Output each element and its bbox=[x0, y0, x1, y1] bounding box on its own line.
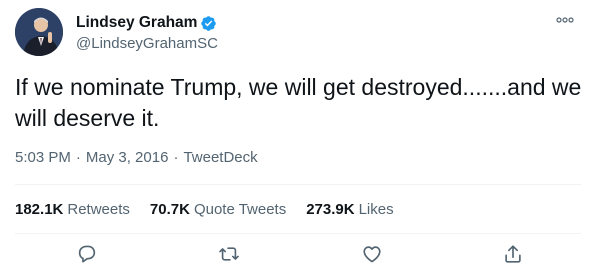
quote-tweets-label: Quote Tweets bbox=[193, 201, 287, 218]
retweet-button[interactable] bbox=[218, 243, 242, 267]
reply-button[interactable] bbox=[76, 243, 100, 267]
tweet-time[interactable]: 5:03 PM bbox=[15, 148, 71, 168]
avatar-portrait-icon bbox=[15, 8, 63, 56]
author-handle[interactable]: @LindseyGrahamSC bbox=[76, 34, 218, 54]
share-button[interactable] bbox=[502, 243, 526, 267]
quote-tweets-count: 70.7K bbox=[149, 201, 190, 218]
verified-badge-icon bbox=[200, 15, 217, 32]
likes-stat[interactable]: 273.9K Likes bbox=[306, 200, 393, 220]
meta-separator: · bbox=[75, 149, 81, 166]
like-button[interactable] bbox=[361, 243, 385, 267]
retweet-icon bbox=[219, 247, 239, 261]
retweets-count: 182.1K bbox=[15, 201, 64, 218]
retweets-label: Retweets bbox=[67, 201, 130, 218]
divider bbox=[15, 233, 581, 234]
tweet-source[interactable]: TweetDeck bbox=[183, 148, 257, 168]
divider bbox=[15, 184, 581, 185]
share-icon bbox=[505, 245, 521, 263]
tweet-meta: 5:03 PM · May 3, 2016 · TweetDeck bbox=[15, 148, 258, 168]
author-name-row[interactable]: Lindsey Graham bbox=[76, 13, 217, 33]
tweet-stats: 182.1K Retweets 70.7K Quote Tweets 273.9K L… bbox=[15, 200, 414, 220]
meta-separator: · bbox=[173, 149, 179, 166]
tweet-actions bbox=[0, 243, 596, 271]
more-options-button[interactable] bbox=[554, 12, 576, 28]
author-name[interactable]: Lindsey Graham bbox=[76, 13, 197, 33]
reply-icon bbox=[78, 245, 96, 263]
more-icon bbox=[556, 17, 574, 23]
tweet-date[interactable]: May 3, 2016 bbox=[86, 148, 169, 168]
quote-tweets-stat[interactable]: 70.7K Quote Tweets bbox=[150, 200, 286, 220]
tweet-text: If we nominate Trump, we will get destro… bbox=[15, 74, 582, 131]
likes-label: Likes bbox=[358, 201, 394, 218]
retweets-stat[interactable]: 182.1K Retweets bbox=[15, 200, 130, 220]
likes-count: 273.9K bbox=[306, 201, 355, 218]
avatar[interactable] bbox=[15, 8, 63, 56]
like-icon bbox=[363, 246, 381, 263]
tweet-card: Lindsey Graham @LindseyGrahamSC If we no… bbox=[0, 0, 596, 280]
